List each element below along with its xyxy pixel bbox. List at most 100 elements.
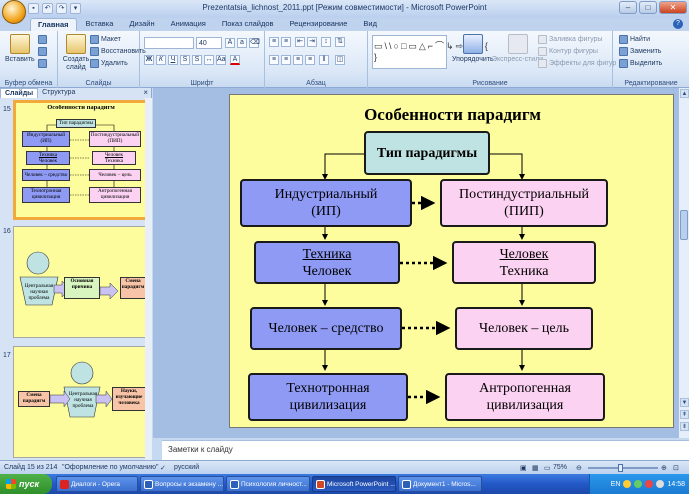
start-button[interactable]: пуск xyxy=(0,474,52,494)
replace-button[interactable]: Заменить xyxy=(619,47,661,56)
language-indicator[interactable]: русский xyxy=(174,464,199,471)
find-button[interactable]: Найти xyxy=(619,35,650,44)
zoom-slider-thumb[interactable] xyxy=(618,464,623,472)
redo-icon[interactable]: ↷ xyxy=(56,3,67,14)
minimize-button[interactable]: – xyxy=(619,1,637,14)
scrollbar-thumb[interactable] xyxy=(680,210,688,240)
volume-icon[interactable] xyxy=(656,480,665,488)
scroll-up-icon[interactable]: ▲ xyxy=(680,89,689,98)
save-icon[interactable]: ▪ xyxy=(28,3,39,14)
tab-review[interactable]: Рецензирование xyxy=(282,18,354,31)
font-name-field[interactable] xyxy=(144,37,194,49)
human-goal-box[interactable]: Человек – цель xyxy=(455,307,593,350)
technique-human-box[interactable]: Техника Человек xyxy=(254,241,400,284)
customize-qat-icon[interactable]: ▾ xyxy=(70,3,81,14)
cut-icon[interactable] xyxy=(38,35,47,44)
slide-thumbnail-16[interactable]: Центральная научная проблема Основная пр… xyxy=(13,226,149,338)
shape-outline-button[interactable]: Контур фигуры xyxy=(538,47,598,56)
align-left-icon[interactable]: ≡ xyxy=(269,55,279,65)
text-direction-icon[interactable]: ⇅ xyxy=(335,37,345,47)
underline-icon[interactable]: Ч xyxy=(168,55,178,65)
tab-slideshow[interactable]: Показ слайдов xyxy=(215,18,281,31)
previous-slide-icon[interactable]: ⇞ xyxy=(680,410,689,419)
convert-smartart-icon[interactable]: ◫ xyxy=(335,55,345,65)
undo-icon[interactable]: ↶ xyxy=(42,3,53,14)
clear-format-icon[interactable]: ⌫ xyxy=(249,38,260,48)
maximize-button[interactable]: □ xyxy=(639,1,657,14)
grow-font-icon[interactable]: A xyxy=(225,38,235,48)
quick-styles-button[interactable]: Экспресс-стили xyxy=(492,34,543,63)
italic-icon[interactable]: К xyxy=(156,55,166,65)
human-technique-box[interactable]: Человек Техника xyxy=(452,241,596,284)
reset-button[interactable]: Восстановить xyxy=(90,47,146,56)
close-pane-icon[interactable]: × xyxy=(143,88,148,97)
zoom-out-icon[interactable]: ⊖ xyxy=(576,464,582,472)
shapes-gallery[interactable]: ▭\\○□▭△⌐⌒↳⇨⇩☆{ } xyxy=(372,35,488,69)
layout-button[interactable]: Макет xyxy=(90,35,121,44)
next-slide-icon[interactable]: ⇟ xyxy=(680,422,689,431)
decrease-indent-icon[interactable]: ⇤ xyxy=(295,37,305,47)
taskbar-item-word-psychology[interactable]: Психология личност... xyxy=(226,476,310,492)
industrial-box[interactable]: Индустриальный (ИП) xyxy=(240,179,412,227)
tab-slides[interactable]: Слайды xyxy=(0,88,39,98)
scroll-down-icon[interactable]: ▼ xyxy=(680,398,689,407)
technotronic-box[interactable]: Технотронная цивилизация xyxy=(248,373,408,421)
zoom-slider[interactable] xyxy=(588,467,658,469)
paradigm-type-box[interactable]: Тип парадигмы xyxy=(364,131,490,175)
fit-window-icon[interactable]: ⊡ xyxy=(673,464,679,472)
shadow-icon[interactable]: S xyxy=(192,55,202,65)
tray-icon[interactable] xyxy=(634,480,643,488)
taskbar-item-word-exam[interactable]: Вопросы к экзамену ... xyxy=(140,476,224,492)
char-spacing-icon[interactable]: ↔ xyxy=(204,55,214,65)
taskbar-item-powerpoint[interactable]: Microsoft PowerPoint ... xyxy=(312,476,396,492)
human-means-box[interactable]: Человек – средство xyxy=(250,307,402,350)
shape-fill-button[interactable]: Заливка фигуры xyxy=(538,35,602,44)
tab-view[interactable]: Вид xyxy=(356,18,384,31)
taskbar-item-word-doc[interactable]: Документ1 - Micros... xyxy=(398,476,482,492)
select-button[interactable]: Выделить xyxy=(619,59,662,68)
slide-canvas[interactable]: Особенности парадигм Тип парадигмы Индус… xyxy=(229,94,674,428)
spellcheck-icon[interactable]: ✓ xyxy=(160,464,166,472)
format-painter-icon[interactable] xyxy=(38,59,47,68)
slide-thumbnail-15[interactable]: Особенности парадигм Тип парадигмы Индус… xyxy=(13,100,149,220)
help-icon[interactable]: ? xyxy=(673,19,683,29)
font-color-icon[interactable]: A xyxy=(230,55,240,65)
paste-button[interactable]: Вставить xyxy=(5,34,35,63)
strikethrough-icon[interactable]: S xyxy=(180,55,190,65)
language-indicator[interactable]: EN xyxy=(611,481,621,488)
slideshow-view-icon[interactable]: ▭ xyxy=(544,464,551,472)
tray-icon[interactable] xyxy=(645,480,654,488)
copy-icon[interactable] xyxy=(38,47,47,56)
zoom-level[interactable]: 75% xyxy=(553,464,567,471)
change-case-icon[interactable]: Aa xyxy=(216,55,226,65)
shrink-font-icon[interactable]: a xyxy=(237,38,247,48)
slides-pane-scrollbar[interactable] xyxy=(145,98,152,460)
numbering-icon[interactable]: ≡ xyxy=(281,37,291,47)
align-right-icon[interactable]: ≡ xyxy=(293,55,303,65)
justify-icon[interactable]: ≡ xyxy=(305,55,315,65)
normal-view-icon[interactable]: ▣ xyxy=(520,464,527,472)
align-center-icon[interactable]: ≡ xyxy=(281,55,291,65)
tab-design[interactable]: Дизайн xyxy=(122,18,161,31)
tab-outline[interactable]: Структура xyxy=(38,88,79,98)
line-spacing-icon[interactable]: ↕ xyxy=(321,37,331,47)
delete-slide-button[interactable]: Удалить xyxy=(90,59,128,68)
tab-home[interactable]: Главная xyxy=(30,18,77,31)
arrange-button[interactable]: Упорядочить xyxy=(452,34,494,63)
slide-scrollbar[interactable]: ▲ ▼ ⇞ ⇟ xyxy=(678,88,689,438)
bold-icon[interactable]: Ж xyxy=(144,55,154,65)
increase-indent-icon[interactable]: ⇥ xyxy=(307,37,317,47)
postindustrial-box[interactable]: Постиндустриальный (ПИП) xyxy=(440,179,608,227)
office-button[interactable] xyxy=(2,0,26,24)
slide-thumbnail-17[interactable]: Смена парадигм Центральная научная пробл… xyxy=(13,346,149,458)
tab-insert[interactable]: Вставка xyxy=(79,18,121,31)
anthropogenic-box[interactable]: Антропогенная цивилизация xyxy=(445,373,605,421)
new-slide-button[interactable]: Создать слайд xyxy=(61,34,91,72)
zoom-in-icon[interactable]: ⊕ xyxy=(661,464,667,472)
bullets-icon[interactable]: ≡ xyxy=(269,37,279,47)
tab-animation[interactable]: Анимация xyxy=(164,18,213,31)
shape-effects-button[interactable]: Эффекты для фигур xyxy=(538,59,616,68)
tray-icon[interactable] xyxy=(623,480,632,488)
columns-icon[interactable]: ‖ xyxy=(319,55,329,65)
font-size-field[interactable]: 40 xyxy=(196,37,222,49)
